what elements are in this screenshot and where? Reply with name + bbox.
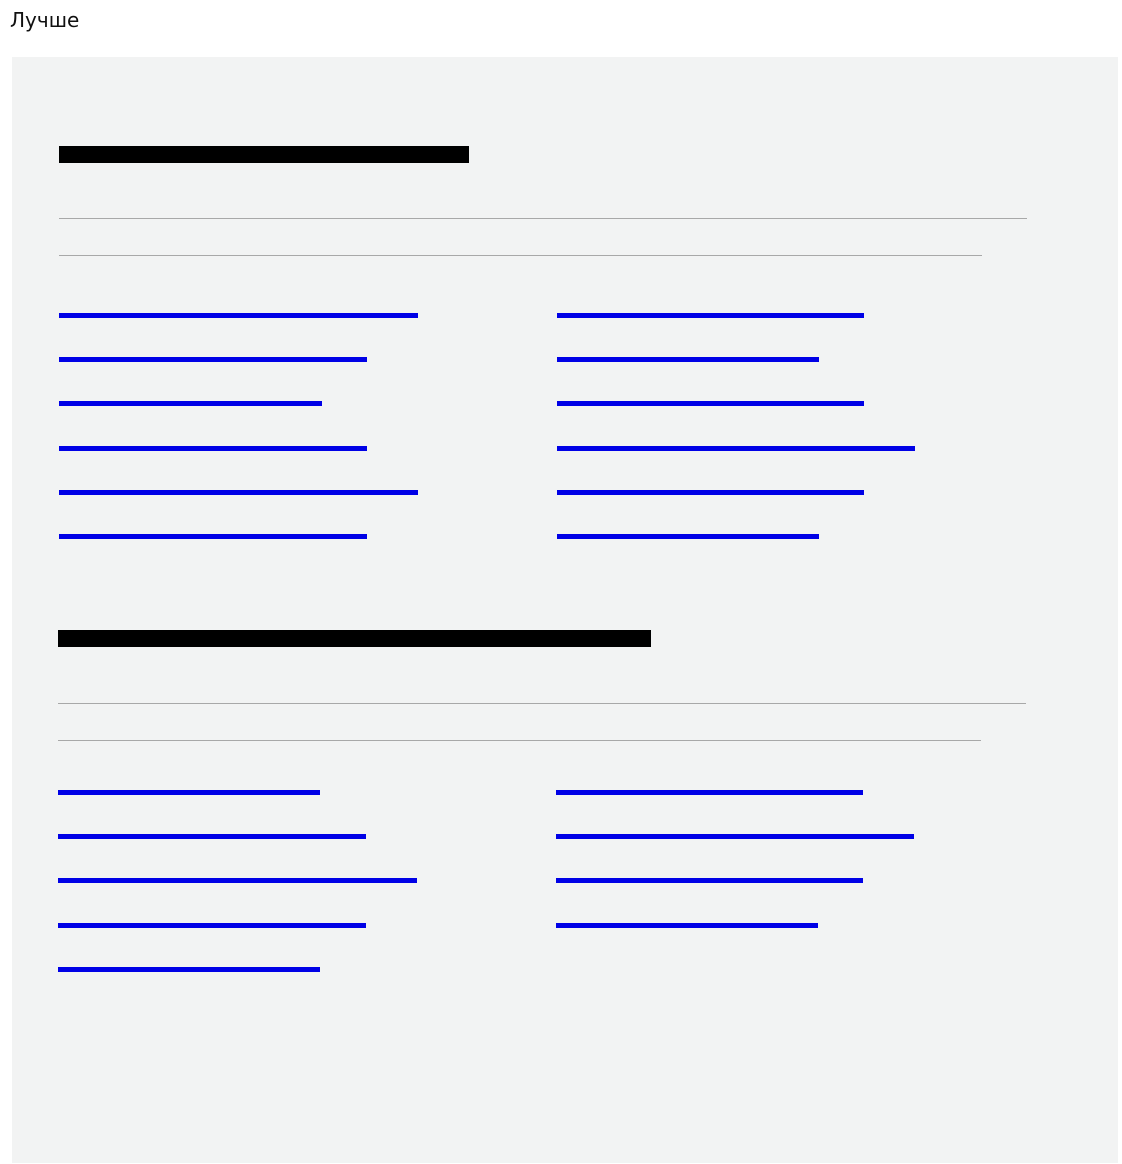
page-title: Лучше bbox=[10, 8, 80, 32]
section-2-left-link-3[interactable] bbox=[58, 878, 417, 883]
section-2-left-link-5[interactable] bbox=[58, 967, 320, 972]
section-2-left-link-4[interactable] bbox=[58, 923, 366, 928]
section-2-divider-bottom bbox=[58, 740, 981, 741]
section-1-divider-top bbox=[59, 218, 1027, 219]
section-1-left-link-1[interactable] bbox=[59, 313, 418, 318]
section-1-right-link-5[interactable] bbox=[557, 490, 864, 495]
section-1-right-link-3[interactable] bbox=[557, 401, 864, 406]
section-1-right-link-1[interactable] bbox=[557, 313, 864, 318]
section-2-right-link-3[interactable] bbox=[556, 878, 863, 883]
section-2-divider-top bbox=[58, 703, 1026, 704]
section-1-left-link-3[interactable] bbox=[59, 401, 322, 406]
section-1-left-link-6[interactable] bbox=[59, 534, 367, 539]
section-2-heading-placeholder bbox=[58, 630, 651, 647]
section-2-right-link-4[interactable] bbox=[556, 923, 818, 928]
section-2-right-link-2[interactable] bbox=[556, 834, 914, 839]
section-1-divider-bottom bbox=[59, 255, 982, 256]
section-1-left-link-4[interactable] bbox=[59, 446, 367, 451]
section-1-right-link-4[interactable] bbox=[557, 446, 915, 451]
section-1-right-link-6[interactable] bbox=[557, 534, 819, 539]
section-1-right-link-2[interactable] bbox=[557, 357, 819, 362]
section-1-left-link-2[interactable] bbox=[59, 357, 367, 362]
section-1-heading-placeholder bbox=[59, 146, 469, 163]
section-1-left-link-5[interactable] bbox=[59, 490, 418, 495]
section-2-right-link-1[interactable] bbox=[556, 790, 863, 795]
section-2-left-link-1[interactable] bbox=[58, 790, 320, 795]
section-2-left-link-2[interactable] bbox=[58, 834, 366, 839]
content-panel bbox=[12, 57, 1118, 1163]
